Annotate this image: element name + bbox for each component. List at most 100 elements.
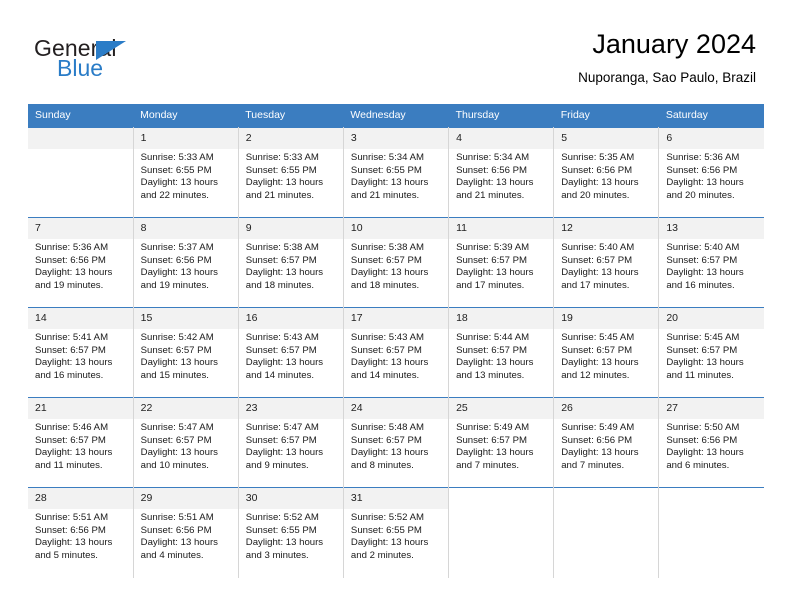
day-detail-line: and 6 minutes. xyxy=(666,459,730,471)
day-details: Sunrise: 5:36 AM Sunset: 6:56 PM Daylight:… xyxy=(659,149,764,202)
day-details: Sunrise: 5:46 AM Sunset: 6:57 PM Daylight:… xyxy=(28,419,133,472)
calendar-day-cell[interactable]: 31 Sunrise: 5:52 AM Sunset: 6:55 PM Dayligh… xyxy=(343,487,450,578)
page-title: January 2024 xyxy=(592,29,756,59)
day-detail-line: and 14 minutes. xyxy=(350,369,420,381)
day-detail-line: and 9 minutes. xyxy=(245,459,309,471)
day-detail-line: Sunrise: 5:34 AM xyxy=(350,152,424,163)
calendar-day-cell[interactable]: 8 Sunrise: 5:37 AM Sunset: 6:56 PM Daylight… xyxy=(133,217,239,308)
day-details: Sunrise: 5:34 AM Sunset: 6:56 PM Daylight:… xyxy=(449,149,553,202)
day-details: Sunrise: 5:40 AM Sunset: 6:57 PM Daylight:… xyxy=(659,239,764,292)
day-number: 31 xyxy=(343,488,449,509)
day-detail-line: Sunrise: 5:51 AM xyxy=(35,512,109,523)
calendar-cell-empty xyxy=(28,127,134,218)
calendar-day-cell[interactable]: 7 Sunrise: 5:36 AM Sunset: 6:56 PM Daylight… xyxy=(28,217,134,308)
day-details: Sunrise: 5:35 AM Sunset: 6:56 PM Daylight:… xyxy=(554,149,658,202)
brand-logo[interactable]: General Blue xyxy=(34,36,214,88)
calendar-day-cell[interactable]: 9 Sunrise: 5:38 AM Sunset: 6:57 PM Daylight… xyxy=(238,217,344,308)
calendar-cell-inner: 10 Sunrise: 5:38 AM Sunset: 6:57 PM Dayligh… xyxy=(343,218,449,307)
day-number: 7 xyxy=(28,218,133,239)
calendar-day-cell[interactable]: 29 Sunrise: 5:51 AM Sunset: 6:56 PM Dayligh… xyxy=(133,487,239,578)
day-detail-line: Sunset: 6:57 PM xyxy=(245,434,317,446)
calendar-day-cell[interactable]: 16 Sunrise: 5:43 AM Sunset: 6:57 PM Dayligh… xyxy=(238,307,344,398)
calendar-day-cell[interactable]: 5 Sunrise: 5:35 AM Sunset: 6:56 PM Daylight… xyxy=(553,127,660,218)
day-number: 4 xyxy=(449,128,554,149)
calendar-body: 1 Sunrise: 5:33 AM Sunset: 6:55 PM Daylight… xyxy=(28,127,764,578)
day-detail-line: Sunrise: 5:36 AM xyxy=(35,242,109,253)
day-detail-line: Sunset: 6:55 PM xyxy=(245,524,317,536)
day-detail-line: Sunrise: 5:50 AM xyxy=(666,422,740,433)
day-number: 29 xyxy=(133,488,238,509)
calendar-day-cell[interactable]: 2 Sunrise: 5:33 AM Sunset: 6:55 PM Daylight… xyxy=(238,127,344,218)
calendar-day-cell[interactable]: 21 Sunrise: 5:46 AM Sunset: 6:57 PM Dayligh… xyxy=(28,397,134,488)
calendar-cell-inner: 6 Sunrise: 5:36 AM Sunset: 6:56 PM Daylight… xyxy=(659,128,764,217)
day-detail-line: Sunset: 6:57 PM xyxy=(456,434,527,446)
day-detail-line: and 19 minutes. xyxy=(35,279,104,291)
calendar-day-cell[interactable]: 30 Sunrise: 5:52 AM Sunset: 6:55 PM Dayligh… xyxy=(238,487,344,578)
calendar-day-cell[interactable]: 11 Sunrise: 5:39 AM Sunset: 6:57 PM Dayligh… xyxy=(448,217,555,308)
calendar-day-cell[interactable]: 23 Sunrise: 5:47 AM Sunset: 6:57 PM Dayligh… xyxy=(238,397,344,488)
day-detail-line: Daylight: 13 hours xyxy=(456,267,534,279)
calendar-day-cell[interactable]: 6 Sunrise: 5:36 AM Sunset: 6:56 PM Daylight… xyxy=(658,127,764,218)
calendar-day-cell[interactable]: 26 Sunrise: 5:49 AM Sunset: 6:56 PM Dayligh… xyxy=(553,397,660,488)
day-details: Sunrise: 5:42 AM Sunset: 6:57 PM Daylight:… xyxy=(134,329,238,382)
day-detail-line: Sunset: 6:57 PM xyxy=(350,344,422,356)
calendar-day-cell[interactable]: 3 Sunrise: 5:34 AM Sunset: 6:55 PM Daylight… xyxy=(343,127,450,218)
day-detail-line: Daylight: 13 hours xyxy=(245,267,324,279)
day-detail-line: and 21 minutes. xyxy=(245,189,315,201)
day-number: 20 xyxy=(659,308,764,329)
calendar-cell-inner: 26 Sunrise: 5:49 AM Sunset: 6:56 PM Dayligh… xyxy=(554,398,659,487)
day-detail-line: Daylight: 13 hours xyxy=(35,537,113,549)
calendar-day-cell[interactable]: 24 Sunrise: 5:48 AM Sunset: 6:57 PM Dayligh… xyxy=(343,397,450,488)
day-detail-line: and 2 minutes. xyxy=(350,549,414,561)
calendar-day-cell[interactable]: 10 Sunrise: 5:38 AM Sunset: 6:57 PM Dayligh… xyxy=(343,217,450,308)
day-number: 19 xyxy=(554,308,659,329)
calendar-week-row: 7 Sunrise: 5:36 AM Sunset: 6:56 PM Daylight… xyxy=(28,217,764,308)
calendar-day-cell[interactable]: 17 Sunrise: 5:43 AM Sunset: 6:57 PM Dayligh… xyxy=(343,307,450,398)
calendar-day-cell[interactable]: 25 Sunrise: 5:49 AM Sunset: 6:57 PM Dayligh… xyxy=(448,397,555,488)
calendar-cell-inner: 27 Sunrise: 5:50 AM Sunset: 6:56 PM Dayligh… xyxy=(659,398,764,487)
day-detail-line: Sunset: 6:56 PM xyxy=(561,164,633,176)
day-detail-line: and 12 minutes. xyxy=(561,369,630,381)
day-detail-line: Sunset: 6:55 PM xyxy=(140,164,212,176)
day-details: Sunrise: 5:52 AM Sunset: 6:55 PM Daylight:… xyxy=(344,509,448,562)
calendar-cell-inner: 17 Sunrise: 5:43 AM Sunset: 6:57 PM Dayligh… xyxy=(343,308,449,397)
calendar-cell-inner: 29 Sunrise: 5:51 AM Sunset: 6:56 PM Dayligh… xyxy=(133,488,238,578)
day-number: 15 xyxy=(133,308,238,329)
calendar-week-row: 14 Sunrise: 5:41 AM Sunset: 6:57 PM Dayligh… xyxy=(28,307,764,398)
day-detail-line: Daylight: 13 hours xyxy=(245,357,324,369)
calendar-day-cell[interactable]: 15 Sunrise: 5:42 AM Sunset: 6:57 PM Dayligh… xyxy=(133,307,239,398)
day-detail-line: and 20 minutes. xyxy=(561,189,630,201)
day-number: 24 xyxy=(343,398,449,419)
calendar-day-cell[interactable]: 22 Sunrise: 5:47 AM Sunset: 6:57 PM Dayligh… xyxy=(133,397,239,488)
calendar-day-cell[interactable]: 20 Sunrise: 5:45 AM Sunset: 6:57 PM Dayligh… xyxy=(658,307,764,398)
calendar-day-cell[interactable]: 14 Sunrise: 5:41 AM Sunset: 6:57 PM Dayligh… xyxy=(28,307,134,398)
day-detail-line: Sunrise: 5:40 AM xyxy=(666,242,740,253)
day-detail-line: Sunrise: 5:52 AM xyxy=(350,512,424,523)
day-number: 6 xyxy=(659,128,764,149)
calendar-day-cell[interactable]: 1 Sunrise: 5:33 AM Sunset: 6:55 PM Daylight… xyxy=(133,127,239,218)
day-details: Sunrise: 5:45 AM Sunset: 6:57 PM Daylight:… xyxy=(659,329,764,382)
day-details: Sunrise: 5:34 AM Sunset: 6:55 PM Daylight:… xyxy=(344,149,448,202)
day-details: Sunrise: 5:52 AM Sunset: 6:55 PM Daylight:… xyxy=(239,509,343,562)
calendar-day-cell[interactable]: 4 Sunrise: 5:34 AM Sunset: 6:56 PM Daylight… xyxy=(448,127,555,218)
weekday-header-wednesday: Wednesday xyxy=(343,104,449,128)
day-details: Sunrise: 5:39 AM Sunset: 6:57 PM Daylight:… xyxy=(449,239,553,292)
calendar-day-cell[interactable]: 12 Sunrise: 5:40 AM Sunset: 6:57 PM Dayligh… xyxy=(553,217,660,308)
calendar-header-row: Sunday Monday Tuesday Wednesday Thursday Frid… xyxy=(28,104,764,128)
calendar-cell-inner: 12 Sunrise: 5:40 AM Sunset: 6:57 PM Dayligh… xyxy=(554,218,659,307)
day-detail-line: Sunset: 6:56 PM xyxy=(456,164,527,176)
day-detail-line: Daylight: 13 hours xyxy=(245,177,324,189)
day-detail-line: Sunset: 6:56 PM xyxy=(140,254,212,266)
day-details: Sunrise: 5:33 AM Sunset: 6:55 PM Daylight:… xyxy=(134,149,238,202)
day-number: 17 xyxy=(343,308,449,329)
calendar-day-cell[interactable]: 13 Sunrise: 5:40 AM Sunset: 6:57 PM Dayligh… xyxy=(658,217,764,308)
calendar-day-cell[interactable]: 18 Sunrise: 5:44 AM Sunset: 6:57 PM Dayligh… xyxy=(448,307,555,398)
calendar-day-cell[interactable]: 27 Sunrise: 5:50 AM Sunset: 6:56 PM Dayligh… xyxy=(658,397,764,488)
calendar-cell-inner: 15 Sunrise: 5:42 AM Sunset: 6:57 PM Dayligh… xyxy=(133,308,238,397)
calendar-cell-inner: 2 Sunrise: 5:33 AM Sunset: 6:55 PM Daylight… xyxy=(238,128,343,217)
calendar-day-cell[interactable]: 28 Sunrise: 5:51 AM Sunset: 6:56 PM Dayligh… xyxy=(28,487,134,578)
day-number xyxy=(28,128,133,149)
calendar-day-cell[interactable]: 19 Sunrise: 5:45 AM Sunset: 6:57 PM Dayligh… xyxy=(553,307,660,398)
day-details: Sunrise: 5:47 AM Sunset: 6:57 PM Daylight:… xyxy=(239,419,343,472)
day-detail-line: Sunrise: 5:33 AM xyxy=(245,152,319,163)
